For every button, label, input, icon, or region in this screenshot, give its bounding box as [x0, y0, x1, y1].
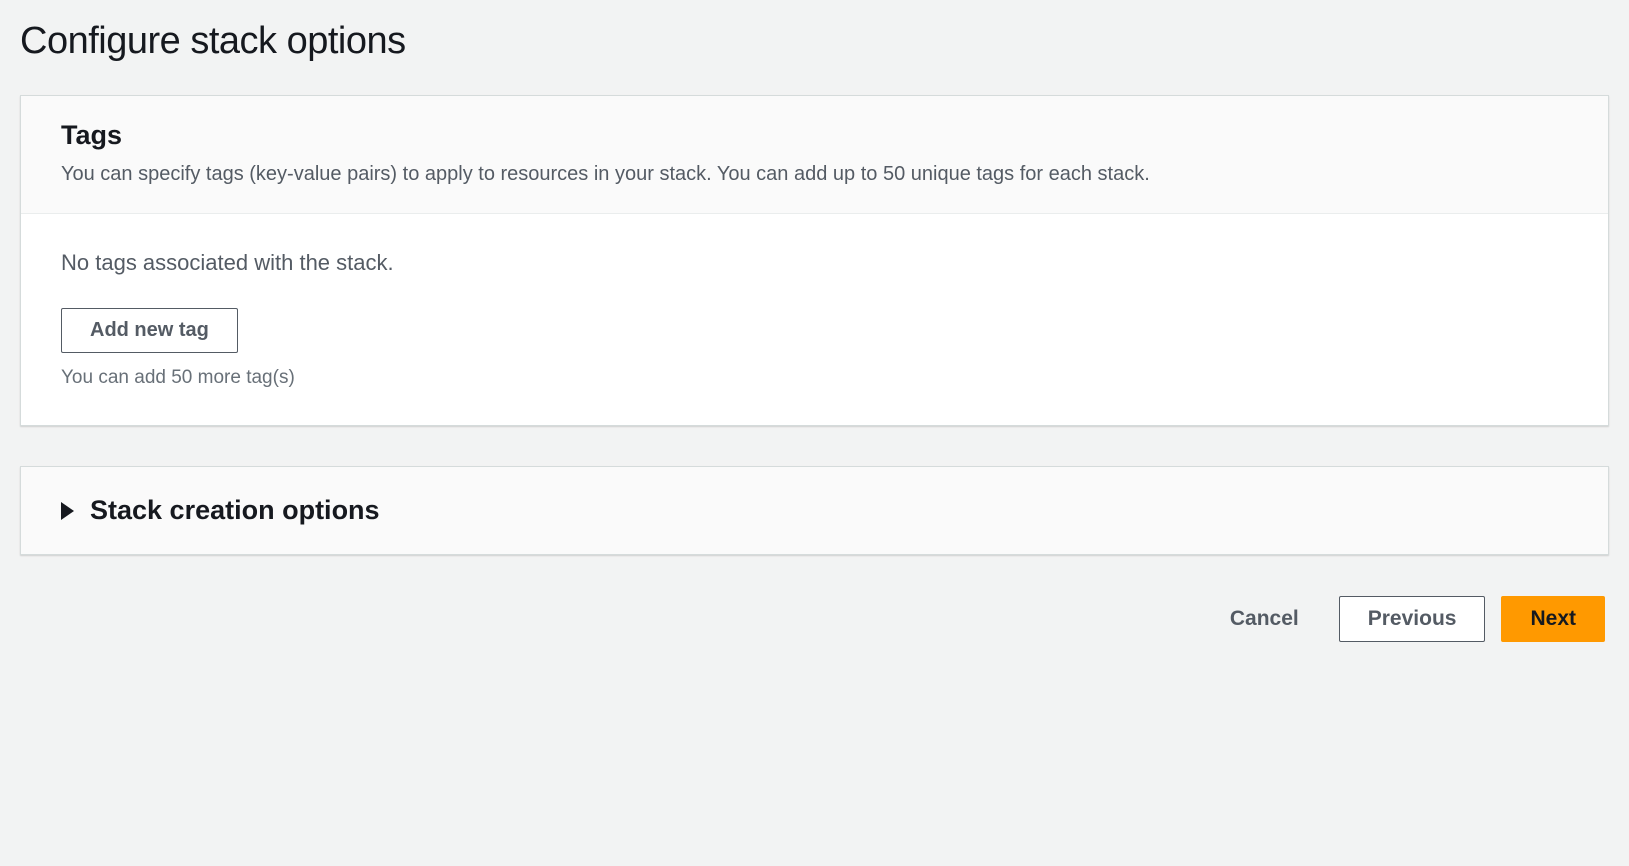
stack-creation-options-title: Stack creation options — [90, 495, 380, 526]
footer-actions: Cancel Previous Next — [20, 595, 1609, 643]
page-title: Configure stack options — [20, 20, 1609, 63]
cancel-button[interactable]: Cancel — [1206, 595, 1323, 643]
tags-panel-body: No tags associated with the stack. Add n… — [21, 214, 1608, 425]
tags-panel: Tags You can specify tags (key-value pai… — [20, 95, 1609, 426]
tags-panel-description: You can specify tags (key-value pairs) t… — [61, 159, 1568, 189]
previous-button[interactable]: Previous — [1339, 596, 1486, 642]
tags-panel-header: Tags You can specify tags (key-value pai… — [21, 96, 1608, 214]
caret-right-icon — [61, 502, 74, 520]
tags-panel-title: Tags — [61, 120, 1568, 151]
add-new-tag-button[interactable]: Add new tag — [61, 308, 238, 353]
tags-empty-message: No tags associated with the stack. — [61, 250, 1568, 276]
next-button[interactable]: Next — [1501, 596, 1605, 642]
tags-hint-text: You can add 50 more tag(s) — [61, 367, 1568, 389]
stack-creation-options-panel[interactable]: Stack creation options — [20, 466, 1609, 555]
